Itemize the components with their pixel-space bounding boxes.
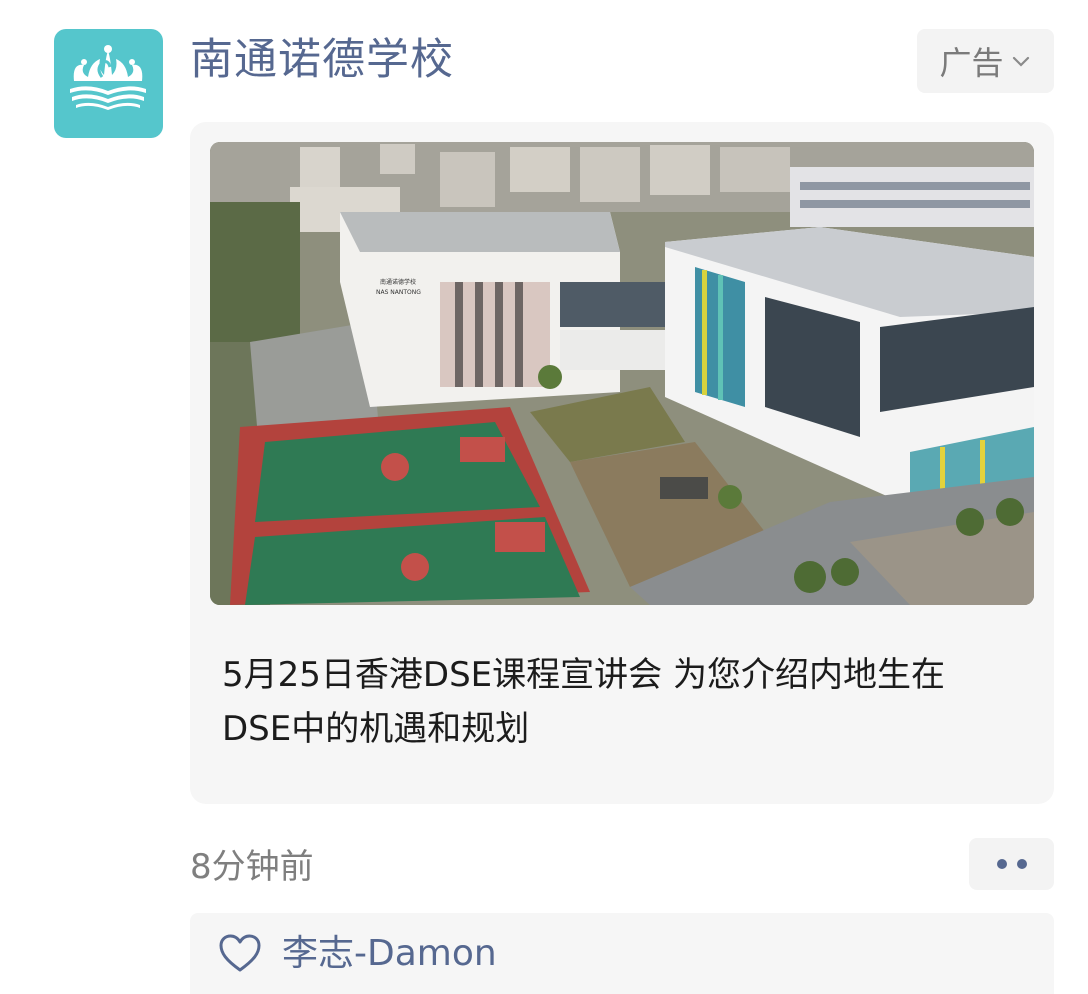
author-name[interactable]: 南通诺德学校 — [190, 30, 454, 90]
likes-bar: 李志-Damon — [190, 913, 1054, 994]
campus-photo-illustration: 南通诺德学校 NAS NANTONG — [210, 142, 1034, 605]
liker-name[interactable]: 李志-Damon — [282, 913, 497, 994]
campus-aerial-photo[interactable]: 南通诺德学校 NAS NANTONG — [210, 142, 1034, 605]
ad-caption-line-1: 5月25日香港DSE课程宣讲会 为您介绍内地生在 — [222, 655, 945, 695]
author-avatar[interactable] — [54, 29, 163, 138]
building-sign-cn: 南通诺德学校 — [380, 278, 416, 286]
moments-post: 南通诺德学校 广告 南通诺德学校 NAS NANTONG 5月25日香港DSE课… — [0, 0, 1088, 994]
more-dots-icon — [992, 859, 1032, 869]
heart-icon — [219, 934, 261, 972]
more-actions-button[interactable] — [969, 838, 1054, 890]
crown-book-logo — [70, 45, 146, 110]
ad-caption[interactable]: 5月25日香港DSE课程宣讲会 为您介绍内地生在 DSE中的机遇和规划 — [222, 648, 1022, 756]
ad-card[interactable]: 南通诺德学校 NAS NANTONG 5月25日香港DSE课程宣讲会 为您介绍内… — [190, 122, 1054, 804]
post-timestamp: 8分钟前 — [190, 847, 314, 887]
ad-label: 广告 — [939, 44, 1004, 82]
ad-label-button[interactable]: 广告 — [917, 29, 1054, 93]
building-sign-en: NAS NANTONG — [376, 289, 421, 296]
ad-caption-line-2: DSE中的机遇和规划 — [222, 709, 530, 749]
chevron-down-icon — [1012, 56, 1029, 67]
